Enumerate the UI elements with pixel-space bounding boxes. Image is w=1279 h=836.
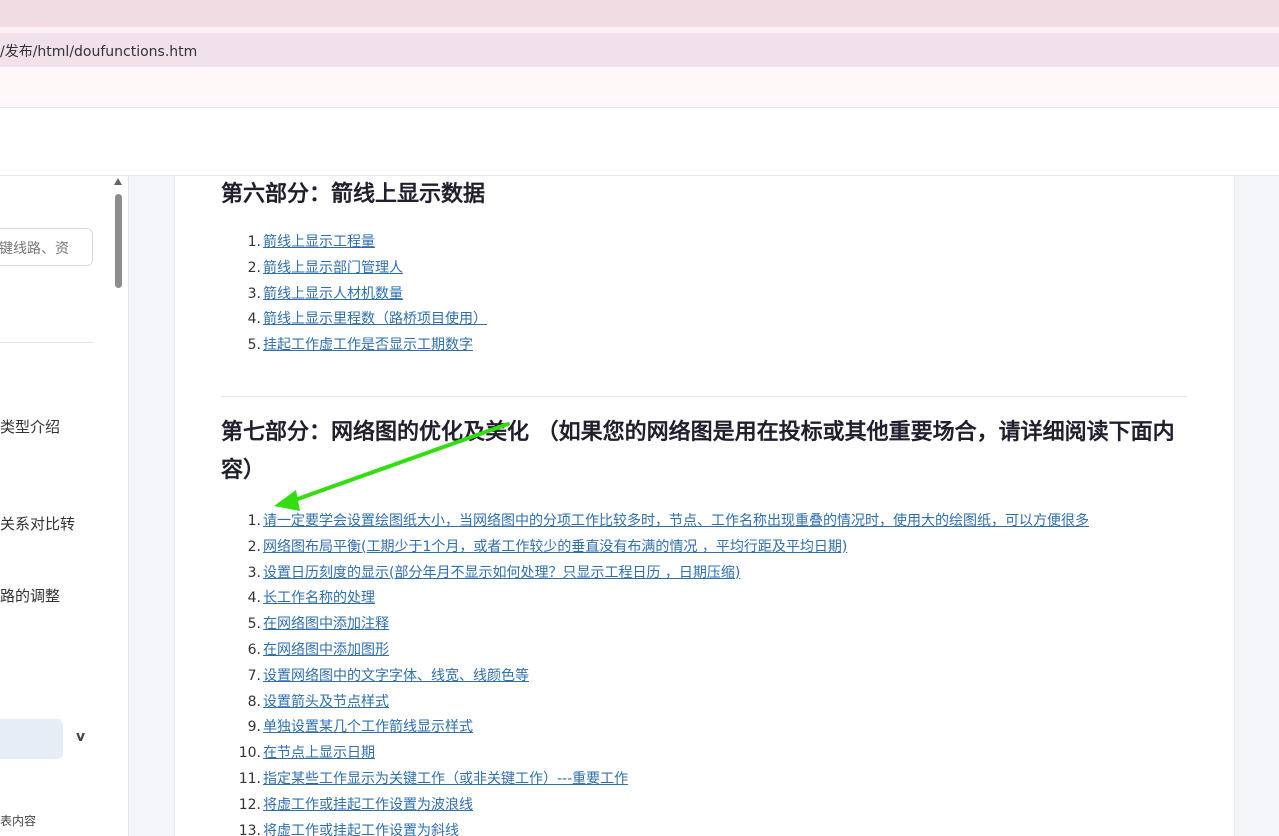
item-number: 3.	[247, 285, 261, 302]
item-link[interactable]: 在网络图中添加图形	[263, 642, 389, 658]
item-number: 10.	[238, 745, 261, 762]
section-7-list: 1. 请一定要学会设置绘图纸大小，当网络图中的分项工作比较多时，节点、工作名称出现…	[221, 509, 1089, 836]
list-item: 8. 设置箭头及节点样式	[221, 690, 1089, 716]
list-item: 4. 长工作名称的处理	[221, 586, 1089, 612]
address-bar[interactable]: /发布/html/doufunctions.htm	[0, 33, 1279, 67]
list-item: 5. 挂起工作虚工作是否显示工期数字	[221, 333, 487, 359]
item-link[interactable]: 单独设置某几个工作箭线显示样式	[263, 719, 473, 735]
main-content: 第六部分：箭线上显示数据 1. 箭线上显示工程量 2. 箭线上显示部门管理人 3. 箭…	[174, 176, 1235, 836]
section-divider	[221, 396, 1187, 397]
sidebar-item-active[interactable]	[0, 719, 63, 759]
list-item: 4. 箭线上显示里程数（路桥项目使用）	[221, 307, 487, 333]
sidebar-divider	[0, 342, 94, 343]
list-item: 3. 箭线上显示人材机数量	[221, 282, 487, 308]
item-link[interactable]: 在网络图中添加注释	[263, 616, 389, 632]
list-item: 5. 在网络图中添加注释	[221, 612, 1089, 638]
item-link[interactable]: 箭线上显示人材机数量	[263, 286, 403, 302]
item-link[interactable]: 长工作名称的处理	[263, 590, 375, 606]
chevron-down-icon[interactable]: v	[76, 729, 85, 745]
section-6-title: 第六部分：箭线上显示数据	[221, 182, 486, 207]
item-link[interactable]: 在节点上显示日期	[263, 745, 375, 761]
bookmark-bar	[0, 67, 1279, 108]
section-6-list: 1. 箭线上显示工程量 2. 箭线上显示部门管理人 3. 箭线上显示人材机数量 4. 箭…	[221, 230, 487, 359]
item-link[interactable]: 请一定要学会设置绘图纸大小，当网络图中的分项工作比较多时，节点、工作名称出现重叠…	[263, 513, 1089, 529]
item-number: 5.	[247, 616, 261, 633]
item-link[interactable]: 挂起工作虚工作是否显示工期数字	[263, 337, 473, 353]
list-item: 12. 将虚工作或挂起工作设置为波浪线	[221, 793, 1089, 819]
list-item: 13. 将虚工作或挂起工作设置为斜线	[221, 819, 1089, 836]
item-number: 6.	[247, 641, 261, 658]
item-number: 12.	[238, 796, 261, 813]
scrollbar-thumb[interactable]	[115, 194, 122, 288]
item-number: 1.	[247, 513, 261, 529]
item-link[interactable]: 设置日历刻度的显示(部分年月不显示如何处理？只显示工程日历 ，日期压缩)	[263, 565, 740, 581]
search-placeholder: 键线路、资	[0, 241, 69, 257]
item-number: 7.	[247, 667, 261, 684]
sidebar-item-relation-compare[interactable]: 关系对比转	[0, 513, 75, 534]
list-item: 6. 在网络图中添加图形	[221, 638, 1089, 664]
item-link[interactable]: 指定某些工作显示为关键工作（或非关键工作）---重要工作	[263, 771, 628, 787]
item-number: 1.	[247, 234, 261, 250]
item-link[interactable]: 箭线上显示工程量	[263, 234, 375, 250]
list-item: 3. 设置日历刻度的显示(部分年月不显示如何处理？只显示工程日历 ，日期压缩)	[221, 561, 1089, 587]
list-item: 2. 网络图布局平衡(工期少于1个月，或者工作较少的垂直没有布满的情况 ，平均行距…	[221, 535, 1089, 561]
item-link[interactable]: 设置网络图中的文字字体、线宽、线颜色等	[263, 668, 529, 684]
item-link[interactable]: 箭线上显示里程数（路桥项目使用）	[263, 311, 487, 327]
item-number: 13.	[238, 822, 261, 836]
list-item: 2. 箭线上显示部门管理人	[221, 256, 487, 282]
browser-tab-strip	[0, 0, 1279, 27]
item-number: 2.	[247, 538, 261, 555]
item-link[interactable]: 网络图布局平衡(工期少于1个月，或者工作较少的垂直没有布满的情况 ，平均行距及平…	[263, 539, 847, 555]
list-item: 7. 设置网络图中的文字字体、线宽、线颜色等	[221, 664, 1089, 690]
item-number: 8.	[247, 693, 261, 710]
list-item: 10. 在节点上显示日期	[221, 741, 1089, 767]
sidebar-item-table-content[interactable]: 表内容	[0, 812, 36, 829]
sidebar-item-type-intro[interactable]: 类型介绍	[0, 416, 60, 437]
list-item: 1. 箭线上显示工程量	[221, 230, 487, 256]
url-text[interactable]: /发布/html/doufunctions.htm	[0, 41, 197, 61]
item-number: 5.	[247, 337, 261, 354]
list-item: 11. 指定某些工作显示为关键工作（或非关键工作）---重要工作	[221, 767, 1089, 793]
sidebar-scrollbar[interactable]	[113, 178, 124, 834]
item-link[interactable]: 设置箭头及节点样式	[263, 694, 389, 710]
item-number: 2.	[247, 259, 261, 276]
sidebar-search-input[interactable]: 键线路、资	[0, 228, 93, 266]
item-link[interactable]: 将虚工作或挂起工作设置为斜线	[263, 823, 459, 836]
item-number: 3.	[247, 564, 261, 581]
sidebar: 键线路、资 类型介绍 关系对比转 路的调整 v 表内容	[0, 176, 129, 836]
sidebar-item-path-adjust[interactable]: 路的调整	[0, 585, 60, 606]
item-link[interactable]: 箭线上显示部门管理人	[263, 260, 403, 276]
list-item: 1. 请一定要学会设置绘图纸大小，当网络图中的分项工作比较多时，节点、工作名称出现…	[221, 509, 1089, 535]
list-item: 9. 单独设置某几个工作箭线显示样式	[221, 715, 1089, 741]
section-7-title: 第七部分：网络图的优化及美化 （如果您的网络图是用在投标或其他重要场合，请详细阅…	[221, 420, 1175, 483]
item-number: 9.	[247, 719, 261, 736]
item-number: 11.	[238, 770, 261, 787]
site-header	[0, 108, 1279, 176]
scroll-up-arrow-icon[interactable]	[114, 178, 122, 185]
item-number: 4.	[247, 311, 261, 328]
item-link[interactable]: 将虚工作或挂起工作设置为波浪线	[263, 797, 473, 813]
item-number: 4.	[247, 590, 261, 607]
